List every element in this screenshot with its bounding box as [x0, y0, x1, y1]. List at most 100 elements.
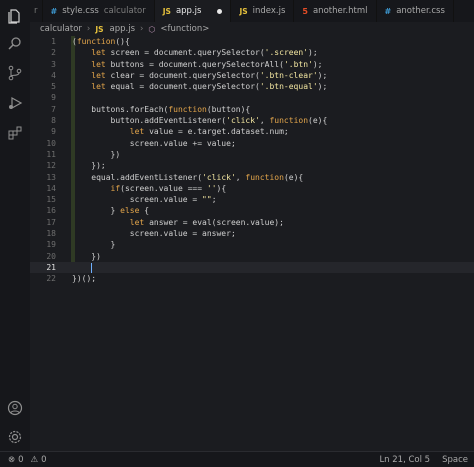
- line-number: 7: [51, 104, 56, 114]
- line-number: 14: [46, 183, 56, 193]
- css-icon: #: [50, 6, 58, 16]
- line-number: 20: [46, 251, 56, 261]
- breadcrumb-folder[interactable]: calculator: [40, 24, 82, 34]
- line-code: let answer = eval(screen.value);: [129, 217, 284, 227]
- line-number: 19: [46, 240, 56, 250]
- error-icon: ⊗: [8, 454, 16, 465]
- code-line[interactable]: 12 });: [30, 160, 474, 171]
- tab-another-css[interactable]: # another.css: [377, 0, 454, 22]
- cursor-position[interactable]: Ln 21, Col 5: [379, 455, 430, 465]
- function-symbol-icon: ⬡: [148, 24, 156, 34]
- line-code: (function(){: [72, 37, 130, 46]
- code-line[interactable]: 11 }): [30, 149, 474, 160]
- problems-indicator[interactable]: ⊗ 0 ⚠ 0: [8, 455, 47, 465]
- source-control-icon[interactable]: [5, 63, 25, 83]
- code-line[interactable]: 22 })();: [30, 273, 474, 284]
- js-icon: JS: [95, 24, 104, 34]
- code-line[interactable]: 15 screen.value = "";: [30, 194, 474, 205]
- line-number: 9: [51, 127, 56, 137]
- editor-tab-bar: r # style.css calculator JS app.js JS in…: [30, 0, 474, 22]
- line-number: 11: [46, 149, 56, 159]
- breadcrumb-file[interactable]: app.js: [110, 24, 136, 34]
- line-code: screen.value += value;: [72, 138, 236, 148]
- line-number: 21: [46, 262, 56, 272]
- code-line[interactable]: 18 screen.value = answer;: [30, 228, 474, 239]
- tab-app-js[interactable]: JS app.js: [154, 0, 232, 22]
- line-number: 12: [46, 161, 56, 171]
- code-lines: 1 (function(){2 let screen = document.que…: [30, 36, 474, 285]
- tab-label: another.css: [396, 6, 445, 16]
- extensions-icon[interactable]: [5, 123, 25, 143]
- tab-sublabel: calculator: [103, 6, 146, 16]
- files-icon[interactable]: [5, 6, 25, 26]
- code-line[interactable]: 2 let screen = document.querySelector('.…: [30, 47, 474, 58]
- line-code: let clear = document.querySelector('.btn…: [91, 70, 328, 80]
- chevron-right-icon: ›: [86, 24, 91, 34]
- code-line[interactable]: 9 let value = e.target.dataset.num;: [30, 126, 474, 137]
- code-line[interactable]: 8 button.addEventListener('click', funct…: [30, 115, 474, 126]
- line-code: })();: [72, 274, 97, 284]
- line-number: 1: [51, 37, 56, 46]
- code-line[interactable]: 5 let equal = document.querySelector('.b…: [30, 81, 474, 92]
- code-line[interactable]: 14 if(screen.value === ''){: [30, 183, 474, 194]
- line-code: let equal = document.querySelector('.btn…: [91, 82, 328, 92]
- line-number: 5: [51, 82, 56, 92]
- code-line[interactable]: 1 (function(){: [30, 36, 474, 47]
- code-line[interactable]: 21: [30, 261, 474, 274]
- line-code: }: [72, 240, 116, 250]
- tab-index-js[interactable]: JS index.js: [231, 0, 295, 22]
- tab-label: index.js: [252, 6, 286, 16]
- line-number: 13: [46, 172, 56, 182]
- search-icon[interactable]: [5, 34, 25, 54]
- warning-count: 0: [41, 454, 47, 465]
- line-number: 8: [51, 116, 56, 126]
- tab-label: app.js: [175, 6, 202, 16]
- line-number: 3: [51, 59, 56, 69]
- code-line[interactable]: 19 }: [30, 239, 474, 250]
- text-cursor: [91, 262, 92, 273]
- code-line[interactable]: 10 screen.value += value;: [30, 138, 474, 149]
- code-line[interactable]: 4 let clear = document.querySelector('.b…: [30, 70, 474, 81]
- tab-style-css[interactable]: # style.css calculator: [43, 0, 155, 22]
- line-number: 18: [46, 229, 56, 239]
- code-line[interactable]: 13 equal.addEventListener('click', funct…: [30, 172, 474, 183]
- run-debug-icon[interactable]: [5, 93, 25, 113]
- line-number: 10: [46, 138, 56, 148]
- unsaved-dot-icon[interactable]: [217, 8, 223, 14]
- code-line[interactable]: 9: [30, 92, 474, 103]
- code-line[interactable]: 20 }): [30, 251, 474, 262]
- line-code: let screen = document.querySelector('.sc…: [91, 48, 318, 58]
- line-number: 16: [46, 206, 56, 216]
- warning-icon: ⚠: [30, 454, 39, 465]
- activity-bar: [0, 0, 30, 452]
- js-icon: JS: [162, 6, 171, 16]
- status-bar: ⊗ 0 ⚠ 0 Ln 21, Col 5 Space: [0, 451, 474, 467]
- code-line[interactable]: 17 let answer = eval(screen.value);: [30, 217, 474, 228]
- code-editor[interactable]: 1 (function(){2 let screen = document.que…: [30, 36, 474, 452]
- indentation[interactable]: Space: [442, 455, 468, 465]
- settings-gear-icon[interactable]: [5, 427, 25, 447]
- line-code: equal.addEventListener('click', function…: [72, 172, 304, 182]
- line-number: 9: [51, 93, 56, 103]
- line-code: let value = e.target.dataset.num;: [129, 127, 289, 137]
- line-number: 2: [51, 48, 56, 58]
- line-code: }): [72, 149, 121, 159]
- tab-another-html[interactable]: 5 another.html: [294, 0, 377, 22]
- tab-label: style.css: [62, 6, 99, 16]
- line-number: 15: [46, 195, 56, 205]
- breadcrumb: calculator › JS app.js › ⬡ <function>: [30, 22, 474, 36]
- line-code: }): [72, 251, 101, 261]
- code-line[interactable]: 16 } else {: [30, 205, 474, 216]
- js-icon: JS: [239, 6, 248, 16]
- error-count: 0: [18, 454, 24, 465]
- tab-label: r: [34, 6, 38, 16]
- chevron-right-icon: ›: [140, 24, 144, 34]
- line-number: 22: [46, 274, 56, 284]
- line-code: button.addEventListener('click', functio…: [72, 116, 328, 126]
- breadcrumb-symbol[interactable]: <function>: [160, 24, 209, 34]
- account-icon[interactable]: [5, 398, 25, 418]
- code-line[interactable]: 7 buttons.forEach(function(button){: [30, 104, 474, 115]
- tab-partial[interactable]: r: [30, 0, 43, 22]
- code-line[interactable]: 3 let buttons = document.querySelectorAl…: [30, 59, 474, 70]
- line-code: let buttons = document.querySelectorAll(…: [91, 59, 323, 69]
